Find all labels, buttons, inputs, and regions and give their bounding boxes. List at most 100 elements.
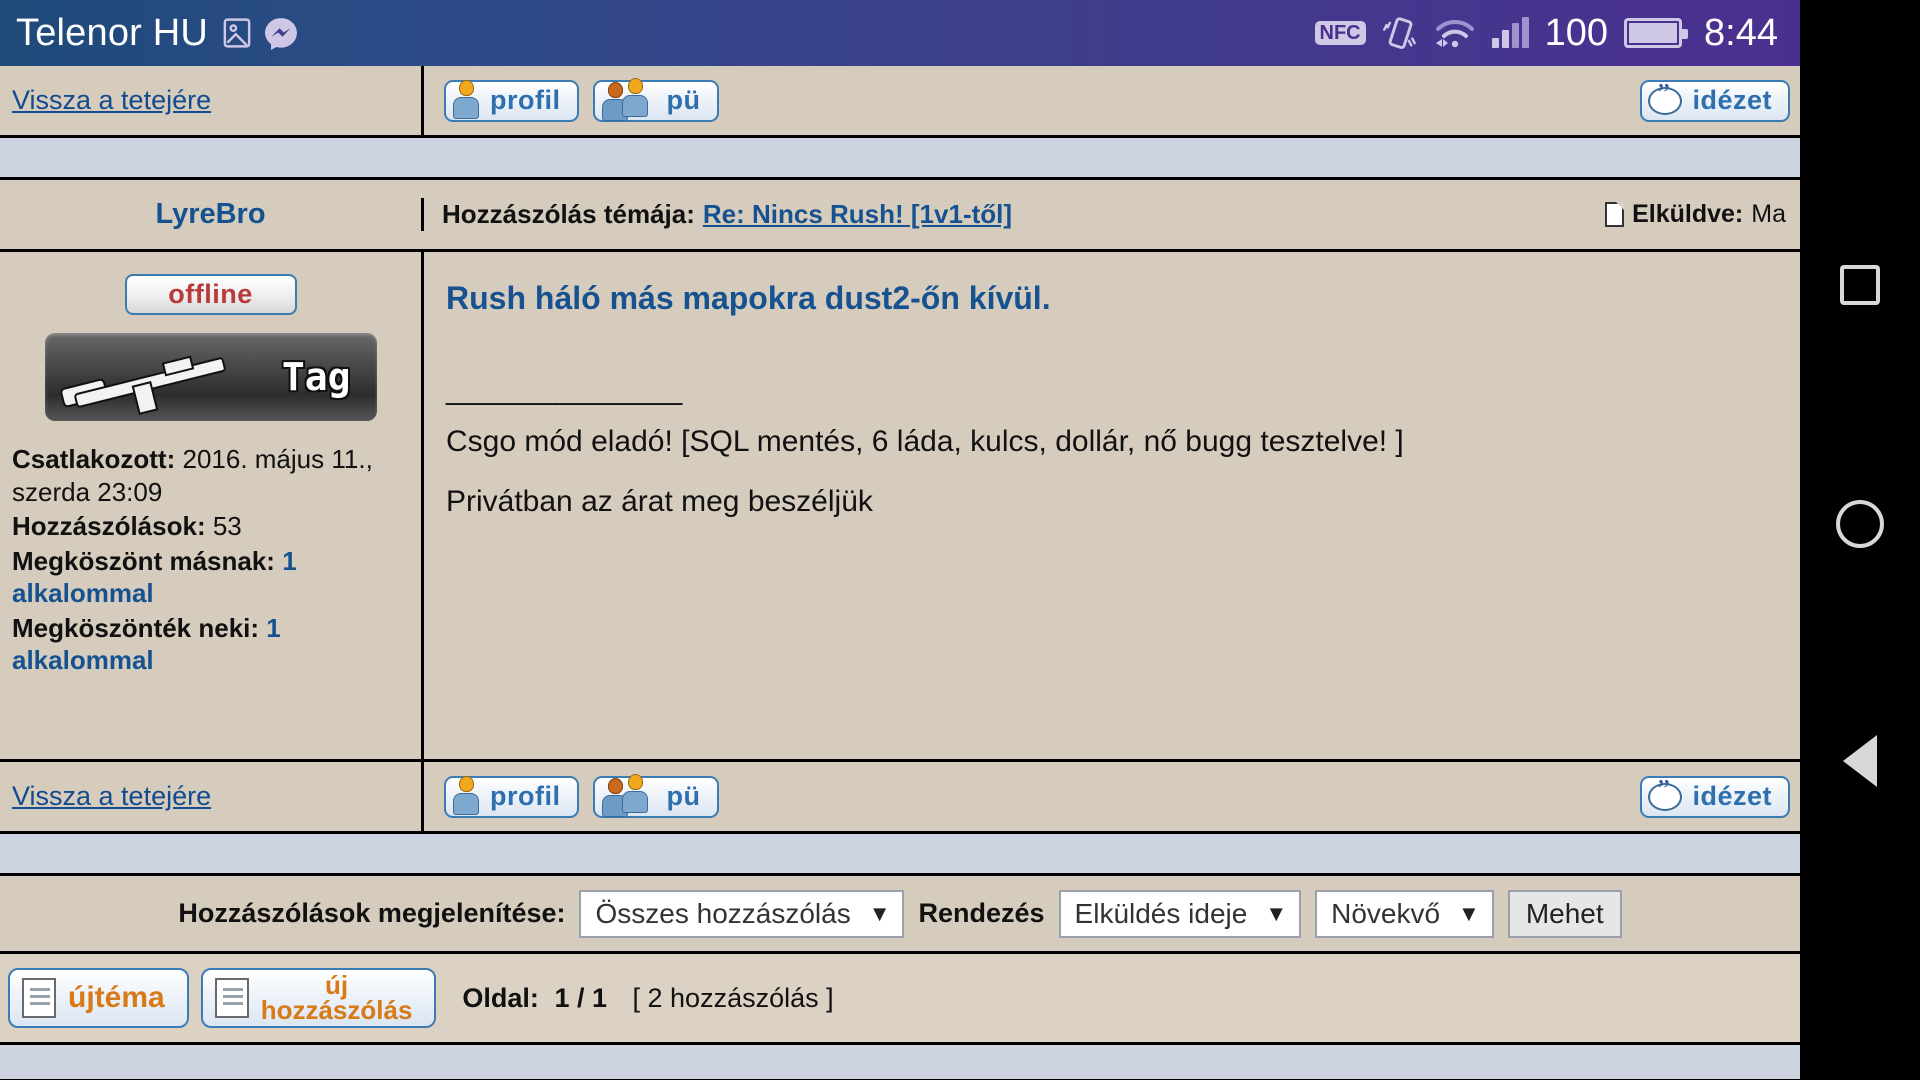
quote-icon bbox=[1648, 775, 1683, 811]
wifi-icon bbox=[1435, 19, 1474, 48]
person-icon bbox=[452, 79, 480, 119]
page-value: 1 / 1 bbox=[554, 982, 607, 1013]
author-stats: Csatlakozott: 2016. május 11., szerda 23… bbox=[12, 443, 409, 677]
two-people-icon bbox=[601, 77, 653, 121]
posts-value: 53 bbox=[212, 511, 242, 541]
back-to-top-link-bottom[interactable]: Vissza a tetejére bbox=[0, 781, 211, 812]
pm-button-top[interactable]: pü bbox=[592, 77, 719, 122]
post-bottom-actions-row: Vissza a tetejére profil pü ” idézet bbox=[0, 762, 1800, 834]
home-button[interactable] bbox=[1800, 500, 1920, 548]
post-header-row: LyreBro Hozzászólás témája: Re: Nincs Ru… bbox=[0, 180, 1800, 252]
quote-button-top[interactable]: idézet bbox=[1640, 79, 1790, 122]
sort-order-value: Növekvő bbox=[1331, 897, 1441, 929]
joined-label: Csatlakozott: bbox=[12, 444, 176, 474]
quote-button-label-bottom: idézet bbox=[1692, 781, 1772, 811]
posts-label: Hozzászólások: bbox=[12, 511, 206, 541]
topic-label: Hozzászólás témája: bbox=[442, 199, 695, 229]
sent-value: Ma bbox=[1751, 200, 1786, 228]
back-to-top-link-top[interactable]: Vissza a tetejére bbox=[0, 85, 211, 116]
chevron-down-icon: ▼ bbox=[868, 900, 891, 926]
nfc-icon: NFC bbox=[1314, 21, 1366, 45]
new-topic-label: újtéma bbox=[68, 981, 165, 1014]
band-separator-bottom bbox=[0, 834, 1800, 876]
post-line-1: Csgo mód eladó! [SQL mentés, 6 láda, kul… bbox=[446, 425, 1404, 458]
post-line-2: Privátban az árat meg beszéljük bbox=[446, 485, 873, 518]
status-right-icons: NFC 100 8:44 bbox=[1314, 11, 1778, 55]
thanked-label: Megköszönt másnak: bbox=[12, 545, 275, 576]
page-icon bbox=[1605, 202, 1625, 227]
back-to-top-cell: Vissza a tetejére bbox=[0, 66, 424, 135]
profile-button-label: profil bbox=[490, 85, 561, 115]
bottom-actions-cell: profil pü idézet bbox=[424, 762, 1800, 831]
clock-label: 8:44 bbox=[1704, 11, 1778, 54]
chevron-down-icon: ▼ bbox=[1265, 900, 1288, 926]
status-left-icons bbox=[222, 16, 298, 50]
new-post-button[interactable]: új hozzászólás bbox=[200, 968, 437, 1028]
footer-bar: újtéma új hozzászólás Oldal: 1 / 1 [ 2 h… bbox=[0, 954, 1800, 1042]
new-topic-icon bbox=[22, 978, 56, 1018]
square-icon bbox=[1840, 265, 1880, 305]
triangle-back-icon bbox=[1843, 735, 1877, 787]
pm-button-bottom[interactable]: pü bbox=[592, 773, 719, 818]
sort-label: Rendezés bbox=[918, 898, 1045, 928]
post-top-actions-row: Vissza a tetejére profil pü ” idézet bbox=[0, 66, 1800, 138]
vibrate-icon bbox=[1382, 17, 1416, 50]
back-button[interactable] bbox=[1800, 735, 1920, 787]
phone-screen: Telenor HU NFC 100 8:44 Vissza a tetejér… bbox=[0, 0, 1800, 1080]
signal-icon bbox=[1491, 17, 1529, 48]
pm-button-label-bottom: pü bbox=[666, 781, 701, 811]
pager-info: Oldal: 1 / 1 [ 2 hozzászólás ] bbox=[462, 983, 833, 1014]
circle-icon bbox=[1836, 500, 1884, 548]
post-author-name[interactable]: LyreBro bbox=[0, 198, 424, 231]
received-label: Megköszönték neki: bbox=[12, 612, 260, 643]
quote-button-bottom[interactable]: idézet bbox=[1640, 775, 1790, 818]
photo-icon bbox=[223, 18, 251, 48]
topic-link[interactable]: Re: Nincs Rush! [1v1-től] bbox=[703, 199, 1012, 230]
joined-row: Csatlakozott: 2016. május 11., szerda 23… bbox=[12, 443, 409, 508]
profile-button-bottom[interactable]: profil bbox=[444, 775, 579, 818]
status-bar: Telenor HU NFC 100 8:44 bbox=[0, 0, 1800, 66]
top-actions-cell: profil pü idézet bbox=[424, 66, 1800, 135]
android-navigation-bar bbox=[1800, 0, 1920, 1080]
pm-button-label: pü bbox=[666, 85, 701, 115]
messenger-icon bbox=[265, 18, 298, 50]
posts-row: Hozzászólások: 53 bbox=[12, 510, 409, 543]
post-sent-info: Elküldve: Ma bbox=[1605, 200, 1786, 229]
new-post-label-line2: hozzászólás bbox=[260, 995, 413, 1025]
quote-button-label: idézet bbox=[1692, 85, 1772, 115]
post-meta: Hozzászólás témája: Re: Nincs Rush! [1v1… bbox=[424, 199, 1800, 230]
post-author-panel: offline Tag Csatlakozott: 2016. május 11… bbox=[0, 252, 424, 759]
new-topic-button[interactable]: újtéma bbox=[8, 968, 189, 1028]
rank-tag-label: Tag bbox=[281, 355, 351, 399]
person-icon bbox=[452, 775, 480, 815]
thanked-row: Megköszönt másnak: 1 alkalommal bbox=[12, 545, 409, 610]
online-status-badge: offline bbox=[124, 274, 297, 315]
recents-button[interactable] bbox=[1800, 265, 1920, 305]
footer-separator bbox=[0, 1042, 1800, 1080]
page-label: Oldal: bbox=[462, 982, 539, 1013]
two-people-icon bbox=[601, 773, 653, 817]
display-options-toolbar: Hozzászólások megjelenítése: Összes hozz… bbox=[0, 876, 1800, 954]
battery-icon bbox=[1624, 18, 1689, 48]
profile-button-top[interactable]: profil bbox=[444, 79, 579, 122]
back-to-top-cell-bottom: Vissza a tetejére bbox=[0, 762, 424, 831]
post-content: Rush háló más mapokra dust2-őn kívül. __… bbox=[424, 252, 1800, 759]
sort-order-select[interactable]: Növekvő ▼ bbox=[1315, 889, 1494, 938]
sent-label: Elküldve: bbox=[1632, 200, 1744, 228]
received-row: Megköszönték neki: 1 alkalommal bbox=[12, 612, 409, 677]
post-count: [ 2 hozzászólás ] bbox=[632, 982, 834, 1013]
profile-button-label-bottom: profil bbox=[490, 781, 561, 811]
go-button[interactable]: Mehet bbox=[1507, 889, 1622, 938]
display-select[interactable]: Összes hozzászólás ▼ bbox=[579, 889, 905, 938]
carrier-label: Telenor HU bbox=[16, 11, 209, 54]
post-body-row: offline Tag Csatlakozott: 2016. május 11… bbox=[0, 252, 1800, 762]
post-title: Rush háló más mapokra dust2-őn kívül. bbox=[446, 280, 1051, 316]
sort-field-select[interactable]: Elküldés ideje ▼ bbox=[1058, 889, 1302, 938]
device-frame: Telenor HU NFC 100 8:44 Vissza a tetejér… bbox=[0, 0, 1920, 1080]
forum-page: Vissza a tetejére profil pü ” idézet Lyr… bbox=[0, 66, 1800, 1080]
new-post-label: új hozzászólás bbox=[260, 972, 413, 1025]
rank-image: Tag bbox=[44, 333, 377, 421]
new-post-icon bbox=[214, 978, 249, 1018]
display-label: Hozzászólások megjelenítése: bbox=[178, 898, 566, 928]
sort-field-value: Elküldés ideje bbox=[1074, 897, 1248, 929]
